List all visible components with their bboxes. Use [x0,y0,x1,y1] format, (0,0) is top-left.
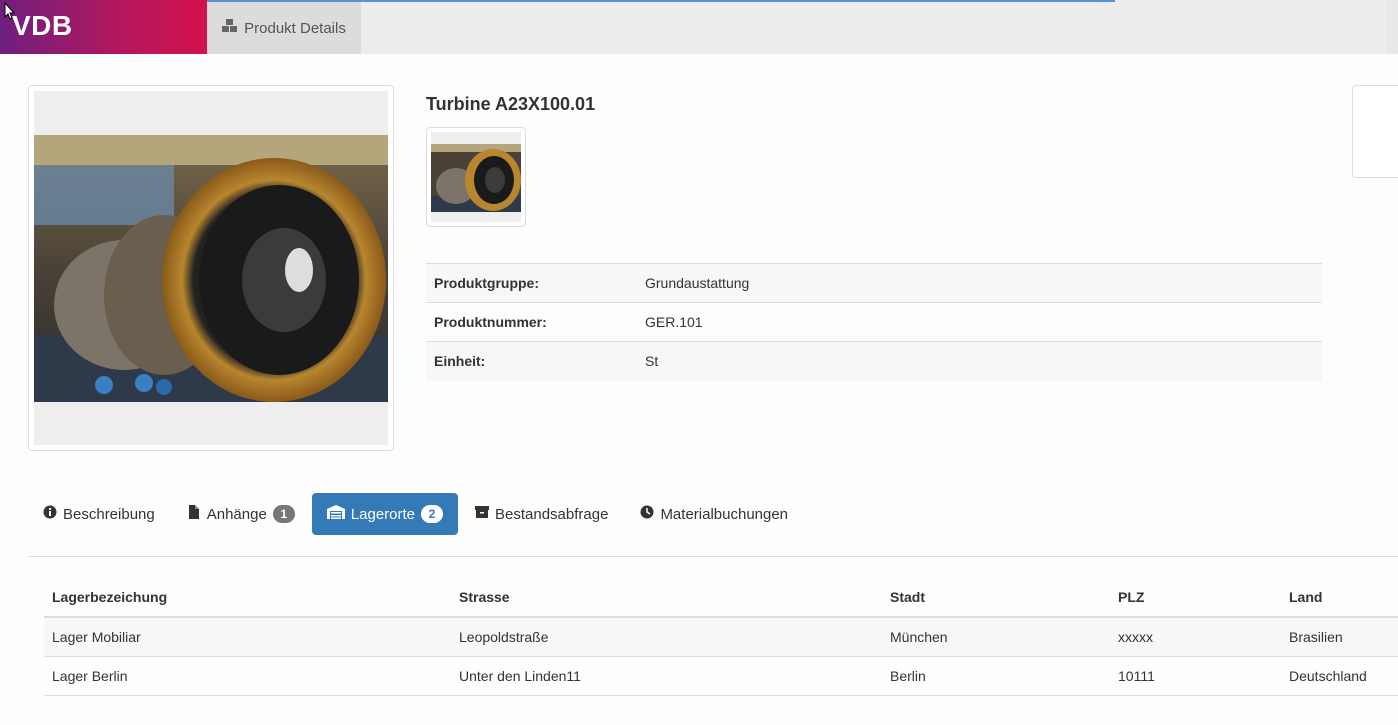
cell-land: Deutschland [1281,656,1398,696]
tab-label: Beschreibung [63,505,155,523]
tab-label: Bestandsabfrage [495,505,609,523]
detail-row-produktnummer: Produktnummer: GER.101 [426,302,1322,342]
brand-logo[interactable]: VDB [0,0,207,54]
detail-value: St [637,341,1322,381]
cell-stadt: München [882,617,1110,657]
column-header-plz[interactable]: PLZ [1110,578,1281,618]
cell-land: Brasilien [1281,617,1398,657]
tab-lagerorte[interactable]: Lagerorte 2 [311,493,459,535]
product-tabs: Beschreibung Anhänge 1 Lagerorte 2 Besta… [28,493,805,535]
brand-text: VDB [12,10,73,41]
turbine-thumbnail-photo [431,144,521,212]
file-icon [187,505,201,523]
table-row[interactable]: Lager Mobiliar Leopoldstraße München xxx… [44,617,1398,657]
nav-tab-product-details[interactable]: Produkt Details [207,2,361,54]
product-title: Turbine A23X100.01 [426,94,596,114]
product-details-table: Produktgruppe: Grundaustattung Produktnu… [426,263,1322,381]
tab-label: Anhänge [206,505,267,523]
tab-anhaenge[interactable]: Anhänge 1 [172,493,310,535]
tab-label: Materialbuchungen [660,505,789,523]
archive-icon [475,505,490,523]
tab-badge: 2 [421,505,444,523]
cell-lagerbezeichung: Lager Mobiliar [44,617,451,657]
top-navbar: VDB Produkt Details [0,0,1398,54]
column-header-land[interactable]: Land [1281,578,1398,618]
detail-label: Einheit: [426,341,637,381]
mouse-cursor-icon [4,1,16,25]
detail-label: Produktnummer: [426,302,637,342]
detail-value: GER.101 [637,302,1322,342]
detail-label: Produktgruppe: [426,263,637,303]
column-header-strasse[interactable]: Strasse [451,578,882,618]
tab-beschreibung[interactable]: Beschreibung [28,493,170,535]
cell-strasse: Leopoldstraße [451,617,882,657]
detail-row-einheit: Einheit: St [426,341,1322,381]
cubes-icon [222,19,238,37]
clock-icon [640,505,654,523]
info-circle-icon [43,505,57,523]
column-header-lagerbezeichung[interactable]: Lagerbezeichung [44,578,451,618]
cell-lagerbezeichung: Lager Berlin [44,656,451,696]
side-panel [1352,85,1398,178]
product-thumbnail[interactable] [426,127,526,227]
tab-bestandsabfrage[interactable]: Bestandsabfrage [460,493,623,535]
product-main-image[interactable] [28,85,394,451]
cell-stadt: Berlin [882,656,1110,696]
scrollbar[interactable] [1386,0,1398,54]
detail-value: Grundaustattung [637,263,1322,303]
table-header-row: Lagerbezeichung Strasse Stadt PLZ Land [44,578,1398,618]
storage-locations-table: Lagerbezeichung Strasse Stadt PLZ Land L… [44,578,1398,696]
cell-plz: 10111 [1110,656,1281,696]
cell-plz: xxxxx [1110,617,1281,657]
detail-row-produktgruppe: Produktgruppe: Grundaustattung [426,263,1322,303]
warehouse-icon [326,505,345,523]
tab-label: Lagerorte [350,505,416,523]
tab-badge: 1 [272,505,295,523]
turbine-photo [34,135,388,402]
tab-materialbuchungen[interactable]: Materialbuchungen [625,493,803,535]
tabs-divider [28,556,1398,557]
table-row[interactable]: Lager Berlin Unter den Linden11 Berlin 1… [44,656,1398,696]
column-header-stadt[interactable]: Stadt [882,578,1110,618]
cell-strasse: Unter den Linden11 [451,656,882,696]
nav-tab-label: Produkt Details [244,19,346,37]
